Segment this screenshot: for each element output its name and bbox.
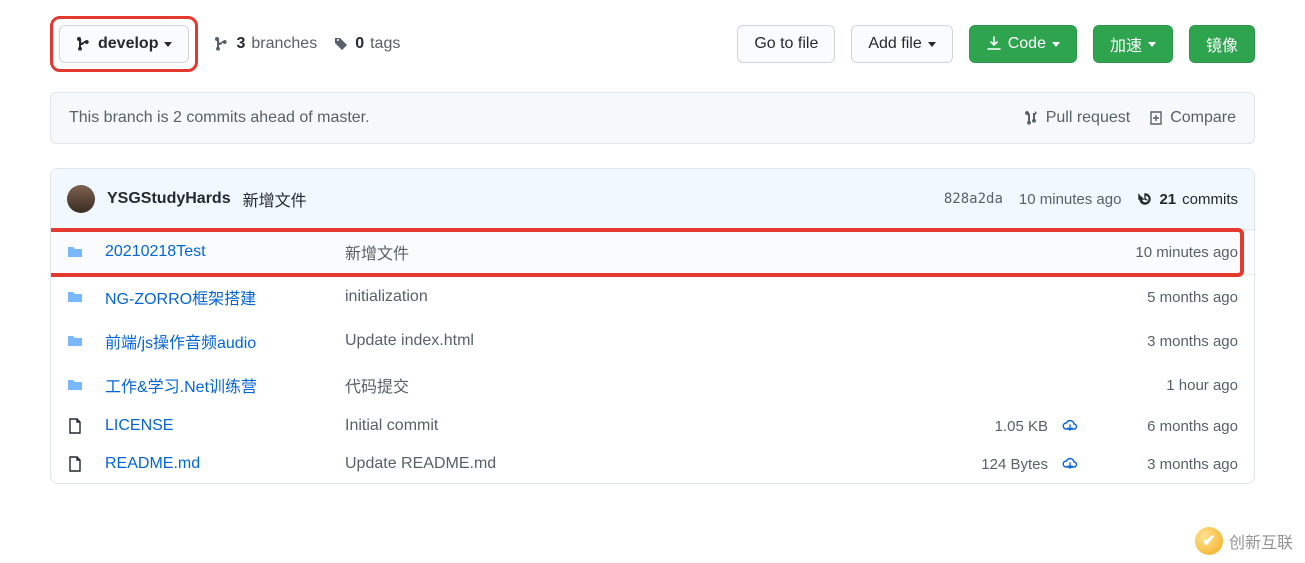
accelerate-button[interactable]: 加速 <box>1093 25 1173 63</box>
branch-info-bar: This branch is 2 commits ahead of master… <box>50 92 1255 144</box>
cloud-download-icon[interactable] <box>1062 456 1078 472</box>
branches-count: 3 <box>236 35 245 53</box>
caret-down-icon <box>928 42 936 47</box>
file-time: 5 months ago <box>1088 289 1238 306</box>
commits-link[interactable]: 21 commits <box>1137 191 1238 208</box>
compare-icon <box>1148 110 1164 126</box>
file-commit-message[interactable]: 新增文件 <box>345 240 948 264</box>
watermark-logo-icon: ✔ <box>1195 527 1223 555</box>
caret-down-icon <box>1052 42 1060 47</box>
branch-select-button[interactable]: develop <box>59 25 189 63</box>
file-commit-message[interactable]: initialization <box>345 288 948 306</box>
file-commit-message[interactable]: 代码提交 <box>345 373 948 397</box>
commit-time: 10 minutes ago <box>1019 191 1122 208</box>
file-name-link[interactable]: README.md <box>105 455 335 473</box>
download-icon <box>986 36 1002 52</box>
file-row: 工作&学习.Net训练营代码提交 1 hour ago <box>51 363 1254 407</box>
file-listing: YSGStudyHards 新增文件 828a2da 10 minutes ag… <box>50 168 1255 484</box>
file-commit-message[interactable]: Update index.html <box>345 332 948 350</box>
compare-link[interactable]: Compare <box>1148 109 1236 127</box>
caret-down-icon <box>164 42 172 47</box>
folder-icon <box>67 377 83 393</box>
pull-request-icon <box>1024 110 1040 126</box>
branch-icon <box>76 36 92 52</box>
history-icon <box>1137 191 1153 207</box>
file-time: 3 months ago <box>1088 333 1238 350</box>
tags-count: 0 <box>355 35 364 53</box>
add-file-button[interactable]: Add file <box>851 25 952 63</box>
file-row: 前端/js操作音频audio Update index.html 3 months … <box>51 319 1254 363</box>
branch-name: develop <box>98 35 158 53</box>
cloud-download-icon[interactable] <box>1062 418 1078 434</box>
folder-icon <box>67 289 83 305</box>
file-icon <box>67 418 83 434</box>
file-time: 3 months ago <box>1088 456 1238 473</box>
file-commit-message[interactable]: Initial commit <box>345 417 948 435</box>
file-row: NG-ZORRO框架搭建 initialization 5 months ago <box>51 275 1254 319</box>
folder-icon <box>67 244 83 260</box>
mirror-button[interactable]: 镜像 <box>1189 25 1255 63</box>
caret-down-icon <box>1148 42 1156 47</box>
commit-message[interactable]: 新增文件 <box>243 187 307 211</box>
file-name-link[interactable]: 工作&学习.Net训练营 <box>105 373 335 397</box>
file-name-link[interactable]: 前端/js操作音频audio <box>105 329 335 353</box>
file-name-link[interactable]: NG-ZORRO框架搭建 <box>105 285 335 309</box>
file-name-link[interactable]: LICENSE <box>105 417 335 435</box>
file-size: 1.05 KB <box>958 418 1078 435</box>
branch-button-highlight: develop <box>50 16 198 72</box>
file-time: 10 minutes ago <box>1088 244 1238 261</box>
folder-icon <box>67 333 83 349</box>
go-to-file-button[interactable]: Go to file <box>737 25 835 63</box>
watermark: ✔ 创新互联 <box>1195 527 1293 555</box>
branch-info-text: This branch is 2 commits ahead of master… <box>69 109 370 127</box>
pull-request-link[interactable]: Pull request <box>1024 109 1131 127</box>
branches-link[interactable]: 3 branches <box>214 35 317 53</box>
repo-toolbar: develop 3 branches 0 tags Go to file Add… <box>50 16 1255 72</box>
branches-word: branches <box>251 35 317 53</box>
file-commit-message[interactable]: Update README.md <box>345 455 948 473</box>
file-name-link[interactable]: 20210218Test <box>105 243 335 261</box>
tags-link[interactable]: 0 tags <box>333 35 400 53</box>
tag-icon <box>333 36 349 52</box>
branch-icon <box>214 36 230 52</box>
file-time: 6 months ago <box>1088 418 1238 435</box>
code-button[interactable]: Code <box>969 25 1077 63</box>
commit-sha[interactable]: 828a2da <box>944 191 1003 207</box>
file-time: 1 hour ago <box>1088 377 1238 394</box>
avatar[interactable] <box>67 185 95 213</box>
latest-commit-bar: YSGStudyHards 新增文件 828a2da 10 minutes ag… <box>51 169 1254 230</box>
tags-word: tags <box>370 35 400 53</box>
file-icon <box>67 456 83 472</box>
file-row: README.md Update README.md 124 Bytes 3 mont… <box>51 445 1254 483</box>
file-size: 124 Bytes <box>958 456 1078 473</box>
file-row: 20210218Test 新增文件 10 minutes ago <box>51 230 1254 275</box>
commit-author[interactable]: YSGStudyHards <box>107 190 231 208</box>
file-row: LICENSE Initial commit 1.05 KB 6 months ago <box>51 407 1254 445</box>
